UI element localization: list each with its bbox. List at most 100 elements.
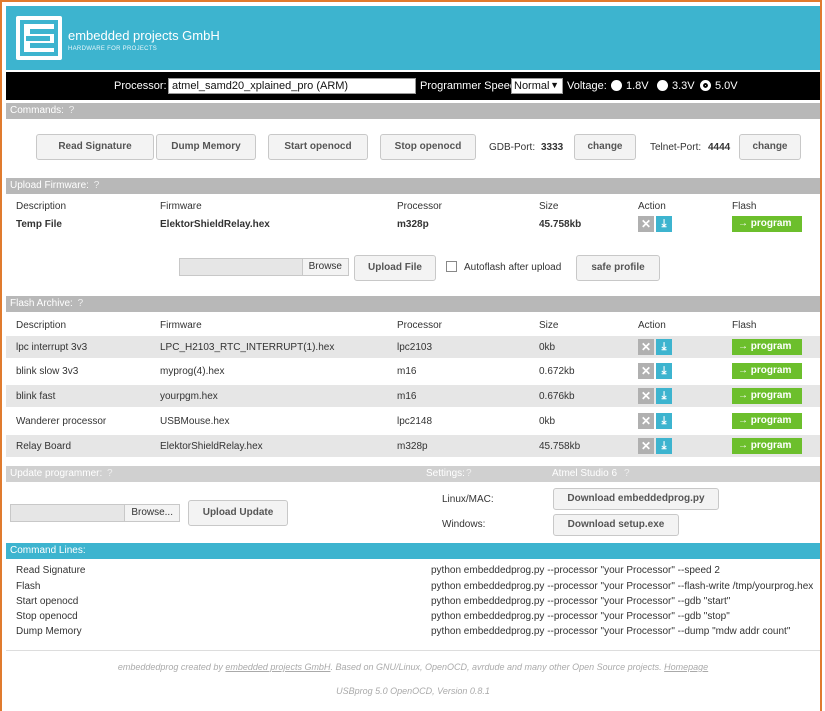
cmdline-command: python embeddedprog.py --processor "your… [431,565,720,576]
download-icon[interactable]: ⤓ [656,363,672,379]
program-button[interactable]: → program [732,363,802,379]
download-icon[interactable]: ⤓ [656,413,672,429]
linux-label: Linux/MAC: [442,494,494,505]
archive-col-description: Description [16,320,67,331]
start-openocd-button[interactable]: Start openocd [268,134,368,160]
row-firmware: yourpgm.hex [160,391,218,402]
row-firmware: LPC_H2103_RTC_INTERRUPT(1).hex [160,342,335,353]
upload-file-button[interactable]: Upload File [354,255,436,281]
row-size: 0.672kb [539,366,575,377]
cmdline-command: python embeddedprog.py --processor "your… [431,611,730,622]
delete-icon[interactable]: ✕ [638,388,654,404]
help-icon[interactable]: ? [94,180,100,191]
browse-button[interactable]: Browse [301,259,348,275]
delete-icon[interactable]: ✕ [638,363,654,379]
program-button[interactable]: → program [732,388,802,404]
download-py-button[interactable]: Download embeddedprog.py [553,488,719,510]
dump-memory-button[interactable]: Dump Memory [156,134,256,160]
footer-version: USBprog 5.0 OpenOCD, Version 0.8.1 [336,686,490,696]
row-size: 0kb [539,416,556,427]
help-icon[interactable]: ? [466,468,472,479]
cmdline-command: python embeddedprog.py --processor "your… [431,596,731,607]
download-icon[interactable]: ⤓ [656,438,672,454]
voltage-radio-3v3[interactable] [657,80,668,91]
voltage-label-5v0: 5.0V [715,80,738,92]
footer-divider [6,650,820,651]
autoflash-checkbox[interactable] [446,261,457,272]
row-processor: m16 [397,366,417,377]
delete-icon[interactable]: ✕ [638,216,654,232]
voltage-radio-5v0[interactable] [700,80,711,91]
telnet-port-change-button[interactable]: change [739,134,801,160]
delete-icon[interactable]: ✕ [638,413,654,429]
delete-icon[interactable]: ✕ [638,339,654,355]
delete-icon[interactable]: ✕ [638,438,654,454]
brand-name: embedded projects GmbH [68,28,220,43]
help-icon[interactable]: ? [624,468,630,479]
telnet-port-value: 4444 [708,142,731,153]
company-link[interactable]: embedded projects GmbH [225,662,330,672]
cmdline-name: Read Signature [16,565,86,576]
help-icon[interactable]: ? [107,468,113,479]
update-section-header: Update programmer: ? Settings: ? Atmel S… [6,466,820,482]
gdb-port-change-button[interactable]: change [574,134,636,160]
row-processor: lpc2148 [397,416,433,427]
voltage-label-1v8: 1.8V [626,80,649,92]
commands-title: Commands: [10,105,64,116]
gdb-port-label: GDB-Port: [489,142,536,153]
upload-title: Upload Firmware: [10,180,89,191]
row-description: blink slow 3v3 [16,366,79,377]
download-icon[interactable]: ⤓ [656,388,672,404]
table-row: Relay Board ElektorShieldRelay.hex m328p… [6,435,820,457]
help-icon[interactable]: ? [78,298,84,309]
cmdlines-title: Command Lines: [10,545,86,556]
row-firmware: USBMouse.hex [160,416,230,427]
col-header-action: Action [638,201,666,212]
row-processor: m328p [397,441,428,452]
row-size: 0.676kb [539,391,575,402]
firmware-file-input[interactable]: Browse [179,258,349,276]
col-header-firmware: Firmware [160,201,202,212]
row-description: blink fast [16,391,56,402]
upload-update-button[interactable]: Upload Update [188,500,288,526]
row-firmware: ElektorShieldRelay.hex [160,441,263,452]
archive-col-size: Size [539,320,559,331]
cmdline-name: Dump Memory [16,626,82,637]
processor-input[interactable]: atmel_samd20_xplained_pro (ARM) [168,78,416,94]
col-header-flash: Flash [732,201,757,212]
update-file-input[interactable]: Browse... [10,504,180,522]
speed-select[interactable]: Normal ▼ [511,78,563,94]
voltage-radio-1v8[interactable] [611,80,622,91]
app-frame: embedded projects GmbH HARDWARE FOR PROJ… [0,0,822,711]
processor-label: Processor: [114,80,167,92]
archive-col-firmware: Firmware [160,320,202,331]
program-button[interactable]: → program [732,438,802,454]
program-button[interactable]: → program [732,413,802,429]
table-row: lpc interrupt 3v3 LPC_H2103_RTC_INTERRUP… [6,336,820,358]
update-title: Update programmer: [10,468,103,479]
voltage-label-3v3: 3.3V [672,80,695,92]
row-processor: lpc2103 [397,342,433,353]
homepage-link[interactable]: Homepage [664,662,708,672]
read-signature-button[interactable]: Read Signature [36,134,154,160]
download-icon[interactable]: ⤓ [656,339,672,355]
program-button[interactable]: → program [732,339,802,355]
program-button[interactable]: → program [732,216,802,232]
temp-firmware: ElektorShieldRelay.hex [160,219,270,230]
speed-select-value: Normal [514,80,550,92]
archive-section-header: Flash Archive: ? [6,296,820,312]
stop-openocd-button[interactable]: Stop openocd [380,134,476,160]
row-description: lpc interrupt 3v3 [16,342,88,353]
browse-update-button[interactable]: Browse... [124,505,179,521]
safe-profile-button[interactable]: safe profile [576,255,660,281]
voltage-label: Voltage: [567,80,607,92]
download-icon[interactable]: ⤓ [656,216,672,232]
download-exe-button[interactable]: Download setup.exe [553,514,679,536]
table-row: Wanderer processor USBMouse.hex lpc2148 … [6,410,820,432]
settings-title: Settings: [426,468,465,479]
help-icon[interactable]: ? [69,105,75,116]
row-description: Relay Board [16,441,72,452]
cmdline-name: Start openocd [16,596,79,607]
row-size: 45.758kb [539,441,581,452]
speed-label: Programmer Speed: [420,80,520,92]
